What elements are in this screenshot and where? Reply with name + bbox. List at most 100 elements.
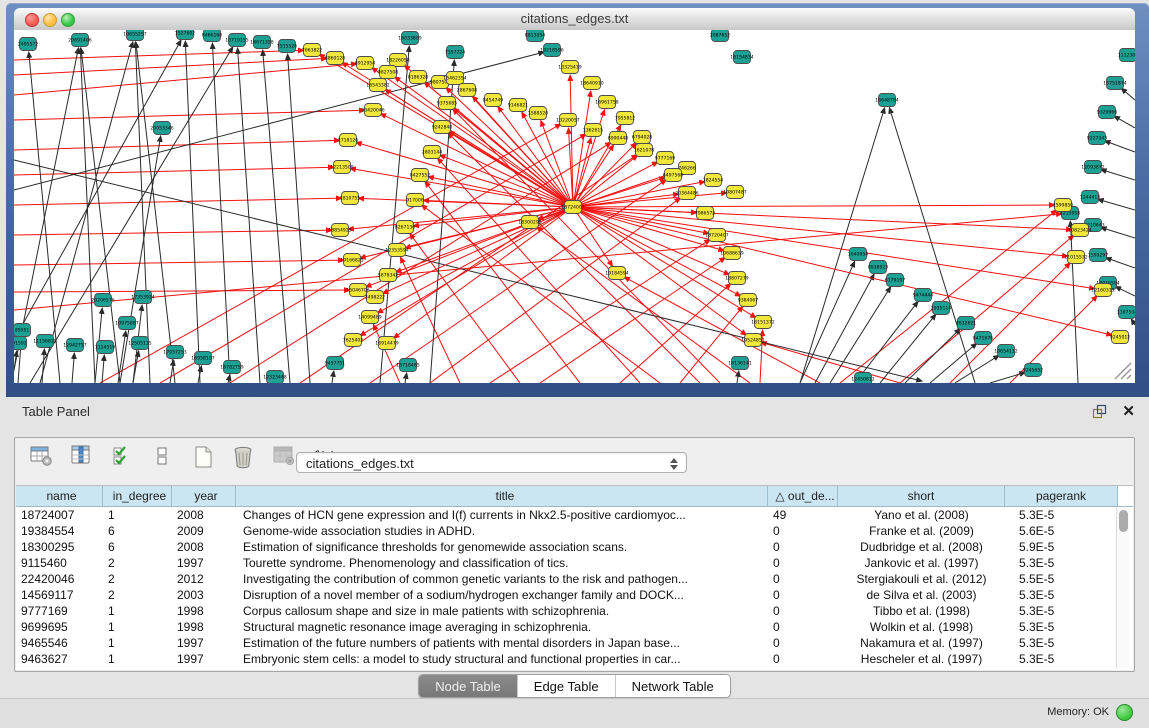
network-edge[interactable]: [370, 180, 666, 383]
network-edge[interactable]: [490, 239, 710, 383]
table-row[interactable]: 1456911722003Disruption of a novel membe…: [16, 587, 1118, 603]
network-edge[interactable]: [380, 46, 409, 383]
table-settings-icon[interactable]: [28, 444, 54, 471]
network-edge[interactable]: [288, 54, 310, 383]
column-header-in-degree[interactable]: in_degree: [103, 486, 172, 506]
table-row[interactable]: 1830029562008Estimation of significance …: [16, 539, 1118, 555]
network-edge[interactable]: [800, 261, 855, 383]
column-header-title[interactable]: title: [236, 486, 768, 506]
network-edge[interactable]: [573, 207, 1068, 256]
network-edge[interactable]: [900, 235, 1074, 383]
tab-edge-table[interactable]: Edge Table: [518, 675, 616, 697]
network-edge[interactable]: [348, 207, 573, 229]
network-edge[interactable]: [1121, 88, 1135, 100]
network-edge[interactable]: [14, 58, 327, 75]
network-edge[interactable]: [14, 230, 332, 235]
network-edge[interactable]: [212, 43, 230, 383]
table-row[interactable]: 911546021997Tourette syndrome. Phenomeno…: [16, 555, 1118, 571]
network-edge[interactable]: [624, 277, 820, 383]
close-panel-icon[interactable]: ✕: [1122, 402, 1135, 420]
network-window-titlebar[interactable]: citations_edges.txt: [14, 8, 1135, 31]
network-edge[interactable]: [573, 205, 1055, 207]
network-edge[interactable]: [1106, 258, 1135, 268]
select-column-icon[interactable]: [68, 444, 94, 471]
table-row[interactable]: 977716911998Corpus callosum shape and si…: [16, 603, 1118, 619]
network-edge[interactable]: [430, 198, 681, 383]
table-select-dropdown[interactable]: citations_edges.txt: [296, 452, 687, 473]
network-edge[interactable]: [81, 48, 120, 383]
network-edge[interactable]: [1115, 286, 1135, 296]
network-edge[interactable]: [30, 47, 233, 383]
table-row[interactable]: 969969511998Structural magnetic resonanc…: [16, 619, 1118, 635]
table-scrollbar-thumb[interactable]: [1119, 510, 1128, 532]
network-edge[interactable]: [905, 329, 960, 383]
network-edge[interactable]: [830, 287, 891, 383]
network-edge[interactable]: [1114, 116, 1135, 128]
network-edge[interactable]: [263, 50, 290, 383]
network-edge[interactable]: [170, 360, 174, 383]
network-edge[interactable]: [405, 207, 573, 248]
network-edge[interactable]: [737, 371, 739, 383]
network-edge[interactable]: [472, 96, 573, 207]
table-cell: 1: [103, 603, 172, 619]
network-edge[interactable]: [14, 351, 17, 383]
network-edge[interactable]: [620, 283, 731, 383]
table-row[interactable]: 946362711997Embryonic stem cells: a mode…: [16, 651, 1118, 667]
network-edge[interactable]: [14, 167, 334, 175]
table-row[interactable]: 1872400712008Changes of HCN gene express…: [16, 507, 1118, 523]
network-edge[interactable]: [1131, 319, 1135, 325]
network-canvas[interactable]: 2405572206914061065525715276028466160107…: [14, 30, 1135, 383]
network-edge[interactable]: [332, 371, 334, 383]
network-edge[interactable]: [136, 42, 175, 383]
column-header-name[interactable]: name: [16, 486, 103, 506]
network-edge[interactable]: [423, 200, 573, 207]
table-row[interactable]: 1938455462009Genome-wide association stu…: [16, 523, 1118, 539]
table-cell: 9115460: [16, 555, 103, 571]
column-header-pagerank[interactable]: pagerank: [1005, 486, 1118, 506]
network-edge[interactable]: [1098, 199, 1135, 210]
table-scrollbar[interactable]: [1116, 508, 1130, 668]
network-edge[interactable]: [382, 207, 573, 294]
table-row[interactable]: 946554611997Estimation of the future num…: [16, 635, 1118, 651]
column-checks-icon[interactable]: [109, 444, 135, 471]
network-edge[interactable]: [42, 349, 44, 383]
network-edge[interactable]: [453, 109, 720, 383]
tab-network-table[interactable]: Network Table: [616, 675, 730, 697]
network-edge[interactable]: [880, 314, 936, 383]
network-edge[interactable]: [990, 372, 1025, 383]
network-edge[interactable]: [14, 50, 304, 60]
stacked-rows-icon[interactable]: [149, 444, 175, 471]
network-edge[interactable]: [1101, 227, 1135, 238]
network-edge[interactable]: [185, 41, 200, 383]
network-edge[interactable]: [573, 155, 638, 207]
network-edge[interactable]: [102, 355, 104, 383]
network-edge[interactable]: [1101, 169, 1135, 180]
network-edge[interactable]: [1105, 141, 1135, 152]
float-panel-icon[interactable]: [1092, 404, 1107, 419]
tab-node-table[interactable]: Node Table: [419, 675, 518, 697]
network-edge[interactable]: [14, 260, 344, 265]
resize-grip-icon[interactable]: [1109, 357, 1133, 381]
column-header-short[interactable]: short: [838, 486, 1005, 506]
network-edge[interactable]: [855, 301, 918, 383]
table-row[interactable]: 2242004622012Investigating the contribut…: [16, 571, 1118, 587]
network-edge[interactable]: [373, 324, 400, 383]
column-header-out-degree-sorted[interactable]: △ out_de...: [768, 486, 838, 506]
network-edge[interactable]: [14, 140, 340, 150]
network-edge[interactable]: [540, 257, 725, 383]
network-edge[interactable]: [1070, 221, 1078, 383]
network-svg[interactable]: 2405572206914061065525715276028466160107…: [14, 30, 1135, 383]
new-document-icon[interactable]: [190, 444, 216, 471]
network-edge[interactable]: [394, 77, 573, 207]
trash-icon[interactable]: [230, 444, 256, 471]
network-edge[interactable]: [14, 64, 357, 95]
network-edge[interactable]: [421, 205, 660, 383]
network-edge[interactable]: [405, 373, 407, 383]
network-edge[interactable]: [72, 353, 74, 383]
network-edge[interactable]: [80, 48, 95, 383]
network-edge[interactable]: [800, 108, 885, 383]
network-edge[interactable]: [955, 355, 999, 383]
column-header-year[interactable]: year: [172, 486, 236, 506]
network-edge[interactable]: [573, 207, 756, 318]
network-edge[interactable]: [14, 198, 342, 205]
